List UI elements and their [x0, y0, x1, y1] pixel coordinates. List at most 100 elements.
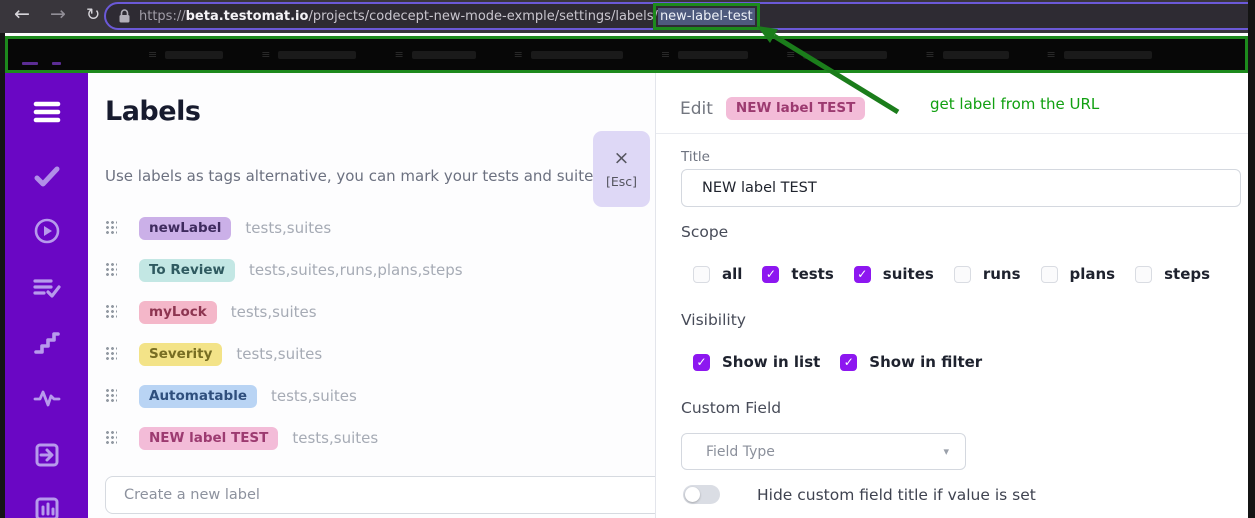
drag-handle-icon[interactable] — [105, 388, 117, 404]
drag-handle-icon[interactable] — [105, 346, 117, 362]
checkbox-label: steps — [1164, 265, 1210, 283]
checkbox-runs[interactable] — [954, 266, 971, 283]
label-badge[interactable]: Severity — [139, 343, 222, 366]
hide-title-toggle-label: Hide custom field title if value is set — [757, 486, 1036, 504]
edit-panel: Edit NEW label TEST Title Scope all test… — [655, 73, 1248, 518]
scope-options: all tests suites runs plans steps — [693, 265, 1210, 283]
scope-option-tests[interactable]: tests — [762, 265, 833, 283]
page-description: Use labels as tags alternative, you can … — [105, 167, 593, 185]
checkbox-label: Show in filter — [869, 353, 982, 371]
sidebar — [5, 73, 88, 518]
label-row[interactable]: To Review tests,suites,runs,plans,steps — [105, 249, 645, 291]
sidebar-item-tests[interactable] — [5, 159, 88, 195]
sidebar-item-runs[interactable] — [5, 213, 88, 249]
page-title: Labels — [105, 96, 200, 127]
app-window: ← → ↻ https://beta.testomat.io/projects/… — [0, 0, 1255, 518]
forward-button[interactable]: → — [50, 3, 66, 25]
reload-button[interactable]: ↻ — [86, 5, 100, 25]
scope-option-suites[interactable]: suites — [854, 265, 934, 283]
sidebar-item-activity[interactable] — [5, 380, 88, 416]
checkbox-tests[interactable] — [762, 266, 779, 283]
drag-handle-icon[interactable] — [105, 262, 117, 278]
lock-icon[interactable] — [119, 9, 130, 23]
close-icon[interactable]: × — [614, 149, 630, 168]
visibility-option-show-in-list[interactable]: Show in list — [693, 353, 820, 371]
checkbox-all[interactable] — [693, 266, 710, 283]
back-button[interactable]: ← — [14, 3, 30, 25]
label-row[interactable]: NEW label TEST tests,suites — [105, 417, 645, 459]
sidebar-item-analytics[interactable] — [5, 491, 88, 518]
checkbox-label: Show in list — [722, 353, 820, 371]
label-badge[interactable]: Automatable — [139, 385, 257, 408]
scope-option-all[interactable]: all — [693, 265, 742, 283]
visibility-option-show-in-filter[interactable]: Show in filter — [840, 353, 982, 371]
url-highlighted-segment: new-label-test — [658, 8, 755, 25]
sidebar-item-import[interactable] — [5, 437, 88, 473]
url-path: /projects/codecept-new-mode-exmple/setti… — [308, 9, 658, 24]
sidebar-item-menu[interactable] — [5, 94, 88, 130]
scope-option-steps[interactable]: steps — [1135, 265, 1210, 283]
panel-header: Edit NEW label TEST — [680, 97, 865, 120]
visibility-options: Show in list Show in filter — [693, 353, 982, 371]
label-list: newLabel tests,suites To Review tests,su… — [105, 207, 645, 459]
checkbox-steps[interactable] — [1135, 266, 1152, 283]
chevron-down-icon: ▾ — [943, 445, 949, 458]
drag-handle-icon[interactable] — [105, 430, 117, 446]
label-scope: tests,suites — [292, 429, 378, 447]
checkbox-show-in-list[interactable] — [693, 354, 710, 371]
list-check-icon — [32, 275, 62, 301]
edited-label-badge: NEW label TEST — [726, 97, 865, 120]
sidebar-item-steps[interactable] — [5, 325, 88, 361]
label-badge[interactable]: To Review — [139, 259, 235, 282]
window-edge-left — [0, 33, 5, 518]
label-row[interactable]: newLabel tests,suites — [105, 207, 645, 249]
label-row[interactable]: Automatable tests,suites — [105, 375, 645, 417]
window-edge-right — [1248, 0, 1255, 518]
hide-title-toggle[interactable] — [683, 485, 720, 504]
field-type-select[interactable]: Field Type ▾ — [681, 433, 966, 470]
label-row[interactable]: Severity tests,suites — [105, 333, 645, 375]
drag-handle-icon[interactable] — [105, 220, 117, 236]
checkbox-suites[interactable] — [854, 266, 871, 283]
redacted-item: ≡ — [925, 48, 1008, 61]
url-scheme: https:// — [139, 9, 186, 24]
label-scope: tests,suites — [245, 219, 331, 237]
import-icon — [33, 441, 61, 469]
scope-option-runs[interactable]: runs — [954, 265, 1021, 283]
label-scope: tests,suites — [236, 345, 322, 363]
checkbox-show-in-filter[interactable] — [840, 354, 857, 371]
label-scope: tests,suites,runs,plans,steps — [249, 261, 463, 279]
checkbox-label: plans — [1070, 265, 1116, 283]
browser-chrome: ← → ↻ https://beta.testomat.io/projects/… — [0, 0, 1255, 33]
scope-option-plans[interactable]: plans — [1041, 265, 1116, 283]
edit-heading: Edit — [680, 99, 713, 119]
sidebar-item-plans[interactable] — [5, 270, 88, 306]
label-badge[interactable]: newLabel — [139, 217, 231, 240]
url-text: https://beta.testomat.io/projects/codece… — [139, 9, 755, 24]
checkbox-label: suites — [883, 265, 934, 283]
url-bar[interactable]: https://beta.testomat.io/projects/codece… — [104, 2, 1255, 30]
redacted-navbar: ≡ ≡ ≡ ≡ ≡ ≡ ≡ ≡ — [5, 36, 1248, 73]
redacted-items: ≡ ≡ ≡ ≡ ≡ ≡ ≡ ≡ — [148, 39, 1152, 70]
drag-handle-icon[interactable] — [105, 304, 117, 320]
divider — [656, 133, 1248, 134]
steps-icon — [33, 330, 61, 356]
checkbox-label: all — [722, 265, 742, 283]
redacted-item: ≡ — [786, 48, 887, 61]
label-badge[interactable]: myLock — [139, 301, 217, 324]
close-panel-button[interactable]: × [Esc] — [593, 131, 650, 207]
menu-icon — [32, 100, 62, 124]
annotation-text: get label from the URL — [930, 95, 1099, 113]
redacted-item: ≡ — [148, 48, 223, 61]
label-badge[interactable]: NEW label TEST — [139, 427, 278, 450]
title-input[interactable] — [681, 169, 1241, 207]
create-label-input[interactable] — [105, 476, 680, 514]
main-content: Labels Use labels as tags alternative, y… — [88, 73, 655, 518]
checkbox-plans[interactable] — [1041, 266, 1058, 283]
toggle-knob — [685, 487, 700, 502]
label-row[interactable]: myLock tests,suites — [105, 291, 645, 333]
hide-title-toggle-row: Hide custom field title if value is set — [683, 485, 1036, 504]
redacted-item: ≡ — [1047, 48, 1152, 61]
scope-section-label: Scope — [681, 223, 728, 241]
redacted-item: ≡ — [394, 48, 475, 61]
